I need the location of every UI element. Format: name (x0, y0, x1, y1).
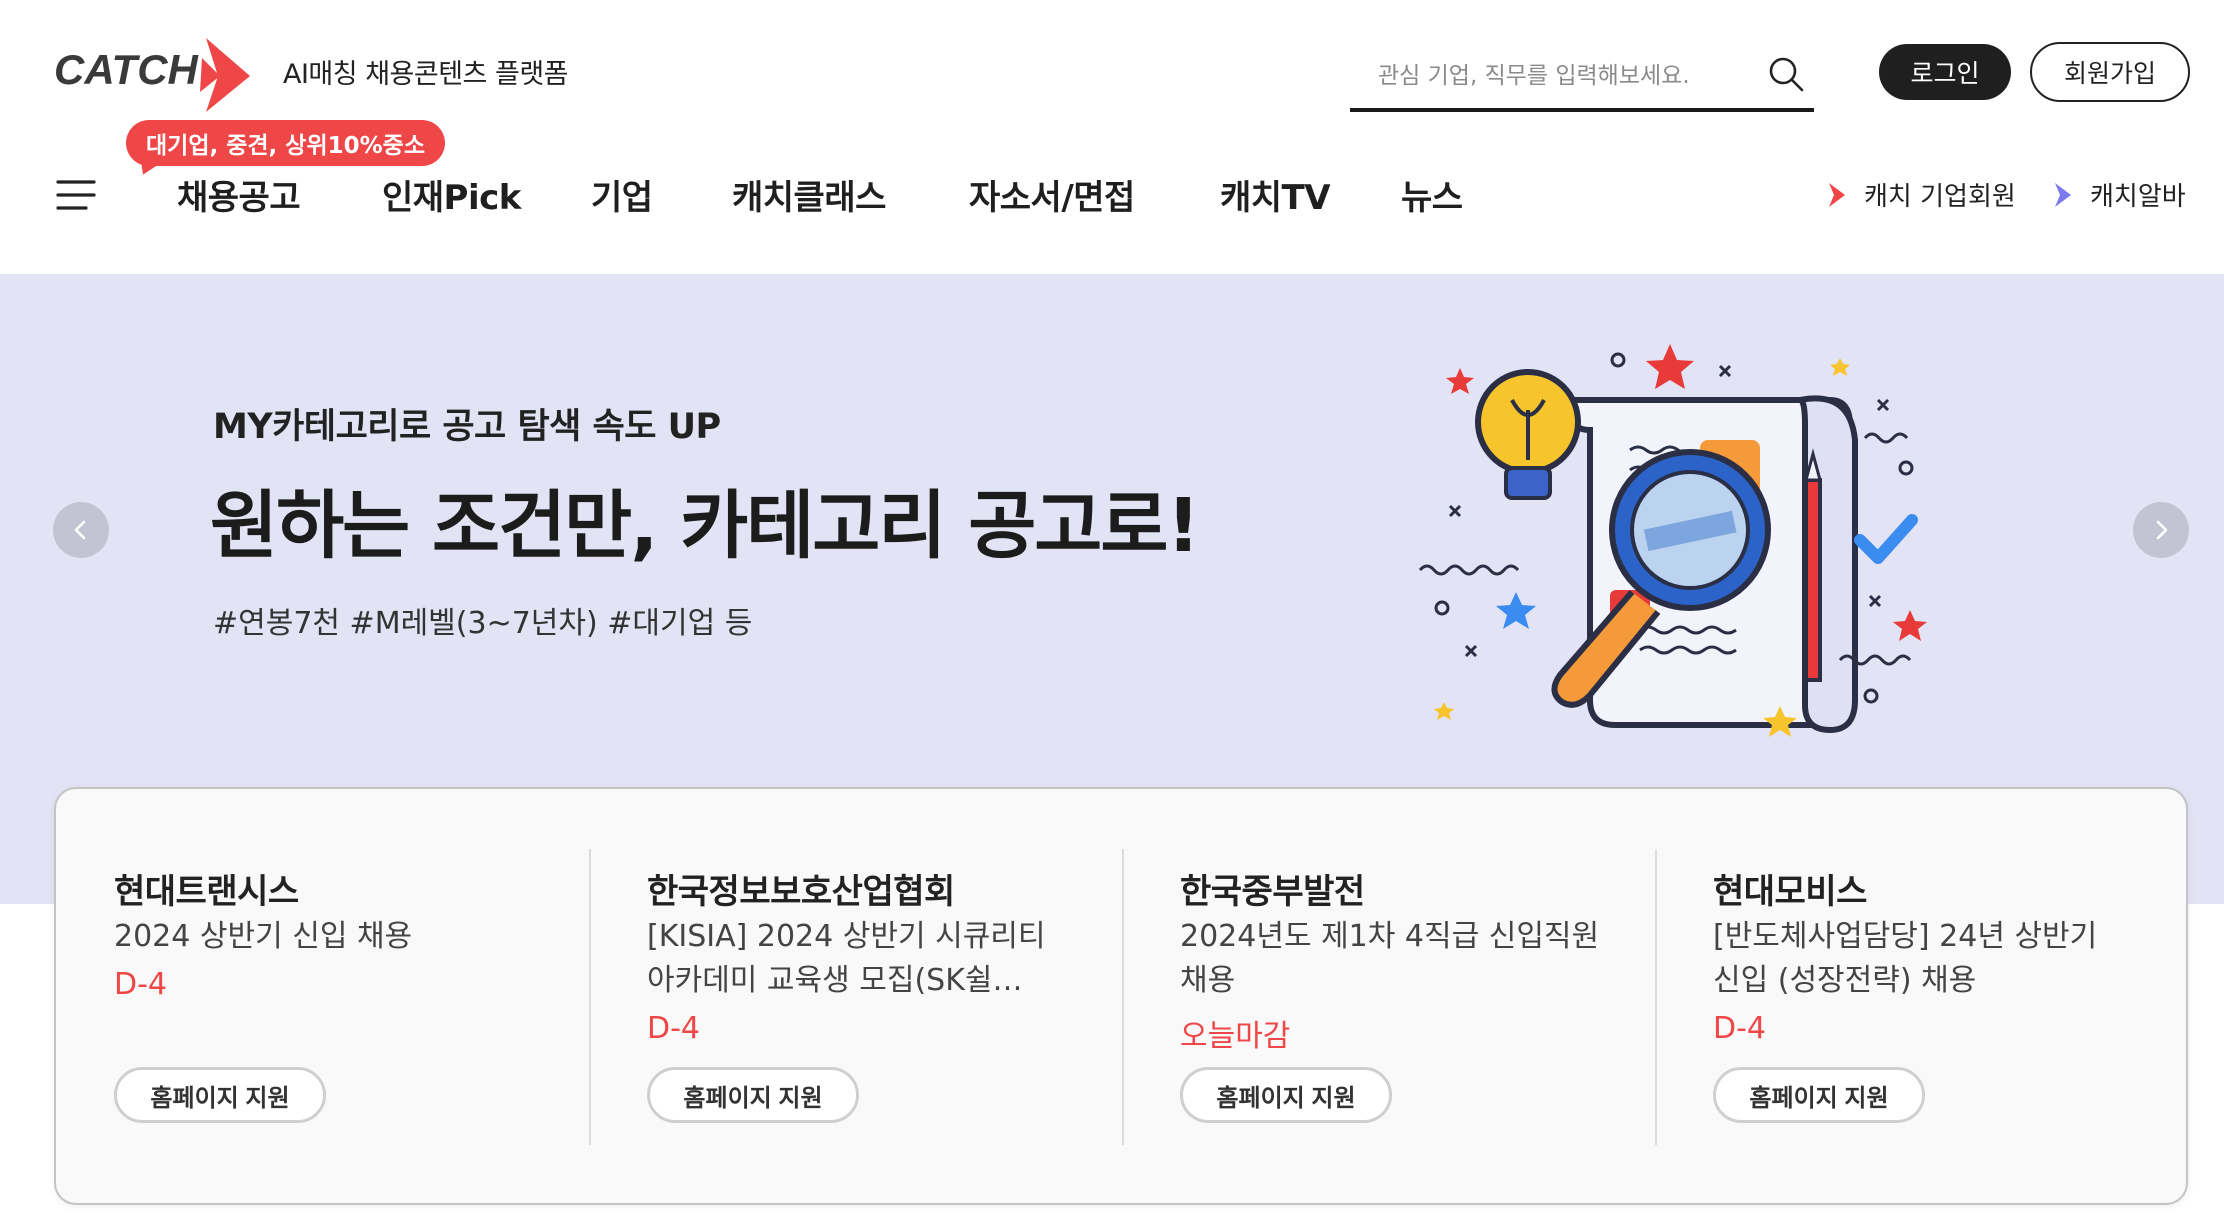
homepage-apply-button[interactable]: 홈페이지 지원 (1713, 1067, 1925, 1123)
catch-alba-label: 캐치알바 (2090, 182, 2186, 212)
chevron-left-icon (74, 520, 86, 540)
chevron-right-icon (2055, 182, 2071, 207)
job-card-title[interactable]: 2024년도 제1차 4직급 신입직원 채용 (1180, 915, 1600, 1003)
corporate-member-link[interactable]: 캐치 기업회원 (1826, 176, 2016, 213)
catch-albа-link[interactable]: 캐치알바 (2052, 176, 2186, 213)
hero-subtitle: MY카테고리로 공고 탐색 속도 UP (213, 407, 721, 447)
tagline: AI매칭 채용콘텐츠 플랫폼 (283, 59, 569, 90)
job-card-deadline: D-4 (114, 967, 168, 1002)
job-card-deadline: 오늘마감 (1180, 1019, 1291, 1054)
job-card-title[interactable]: [KISIA] 2024 상반기 시큐리티 아카데미 교육생 모집(SK쉴… (647, 915, 1067, 1003)
next-slide-button[interactable] (2133, 502, 2189, 558)
job-card-company: 현대모비스 (1713, 872, 1867, 912)
homepage-apply-button[interactable]: 홈페이지 지원 (114, 1067, 326, 1123)
job-card[interactable]: 현대트랜시스 2024 상반기 신입 채용 D-4 홈페이지 지원 (56, 789, 589, 1203)
catch-logo[interactable]: CATCH (54, 36, 254, 112)
job-card-company: 한국정보보호산업협회 (647, 872, 955, 912)
job-card-deadline: D-4 (1713, 1011, 1767, 1046)
nav-item-jobs[interactable]: 채용공고 (177, 170, 301, 219)
hero-title: 원하는 조건만, 카테고리 공고로! (210, 483, 1200, 569)
job-card-company: 현대트랜시스 (114, 872, 299, 912)
nav-item-news[interactable]: 뉴스 (1401, 170, 1463, 219)
homepage-apply-button[interactable]: 홈페이지 지원 (1180, 1067, 1392, 1123)
job-card-deadline: D-4 (647, 1011, 701, 1046)
hamburger-menu-icon[interactable] (56, 178, 98, 212)
job-card-company: 한국중부발전 (1180, 872, 1365, 912)
job-card[interactable]: 한국정보보호산업협회 [KISIA] 2024 상반기 시큐리티 아카데미 교육… (589, 789, 1122, 1203)
job-card-carousel: 현대트랜시스 2024 상반기 신입 채용 D-4 홈페이지 지원 한국정보보호… (54, 787, 2188, 1205)
signup-button[interactable]: 회원가입 (2030, 42, 2190, 102)
nav-item-companies[interactable]: 기업 (591, 170, 653, 219)
job-card-title[interactable]: 2024 상반기 신입 채용 (114, 915, 534, 1003)
search-bar[interactable] (1350, 42, 1814, 112)
job-card[interactable]: 한국중부발전 2024년도 제1차 4직급 신입직원 채용 오늘마감 홈페이지 … (1122, 789, 1655, 1203)
logo-text: CATCH (54, 46, 200, 93)
homepage-apply-button[interactable]: 홈페이지 지원 (647, 1067, 859, 1123)
nav-item-talent-pick[interactable]: 인재Pick (382, 170, 521, 219)
nav-item-catch-tv[interactable]: 캐치TV (1220, 170, 1331, 219)
prev-slide-button[interactable] (53, 502, 109, 558)
search-input[interactable] (1378, 54, 1738, 98)
job-card[interactable]: 현대모비스 [반도체사업담당] 24년 상반기 신입 (성장전략) 채용 D-4… (1655, 789, 2188, 1203)
job-card-title[interactable]: [반도체사업담당] 24년 상반기 신입 (성장전략) 채용 (1713, 915, 2133, 1003)
nav-item-resume-interview[interactable]: 자소서/면접 (969, 170, 1135, 219)
search-icon[interactable] (1766, 54, 1806, 94)
promo-badge: 대기업, 중견, 상위10%중소 (126, 120, 445, 166)
corporate-member-label: 캐치 기업회원 (1864, 182, 2016, 212)
nav-item-catch-class[interactable]: 캐치클래스 (732, 170, 886, 219)
login-button[interactable]: 로그인 (1879, 44, 2011, 100)
hero-illustration (1418, 344, 1927, 737)
chevron-right-icon (2156, 520, 2168, 540)
chevron-right-icon (1829, 182, 1845, 207)
hero-tags: #연봉7천 #M레벨(3~7년차) #대기업 등 (213, 606, 753, 641)
